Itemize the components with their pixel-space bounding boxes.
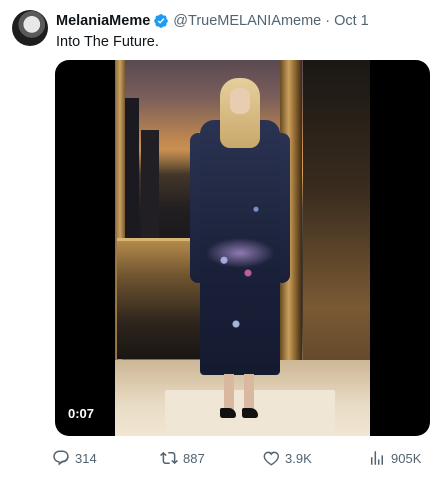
face	[230, 88, 250, 114]
views-icon	[371, 451, 383, 465]
views-button[interactable]: 905K	[368, 448, 421, 468]
leg	[224, 374, 234, 410]
video-player[interactable]: 0:07	[55, 60, 430, 436]
author-handle[interactable]: @TrueMELANIAmeme	[173, 12, 321, 30]
shoe	[220, 408, 236, 418]
verified-badge-icon	[154, 14, 169, 28]
post-text: Into The Future.	[56, 34, 159, 50]
views-count: 905K	[391, 450, 422, 466]
reply-icon	[53, 450, 69, 466]
reply-count: 314	[75, 450, 97, 466]
reply-button[interactable]: 314	[52, 448, 97, 468]
author-avatar[interactable]	[12, 10, 48, 46]
retweet-count: 887	[183, 450, 205, 466]
light-glow	[205, 238, 275, 268]
gold-wall	[303, 60, 370, 390]
retweet-icon	[160, 451, 178, 465]
action-bar: 314 887 3.9K 905K	[52, 448, 432, 470]
header-separator: ·	[325, 13, 331, 29]
shoe	[242, 408, 258, 418]
video-duration: 0:07	[68, 406, 95, 421]
leg	[244, 374, 254, 410]
woman-figure	[190, 78, 300, 423]
post-date[interactable]: Oct 1	[334, 12, 369, 30]
retweet-button[interactable]: 887	[160, 448, 205, 468]
author-name[interactable]: MelaniaMeme	[56, 12, 150, 30]
heart-icon	[263, 451, 279, 466]
like-button[interactable]: 3.9K	[262, 448, 312, 468]
post-header: MelaniaMeme @TrueMELANIAmeme · Oct 1	[56, 12, 369, 30]
like-count: 3.9K	[285, 450, 312, 466]
